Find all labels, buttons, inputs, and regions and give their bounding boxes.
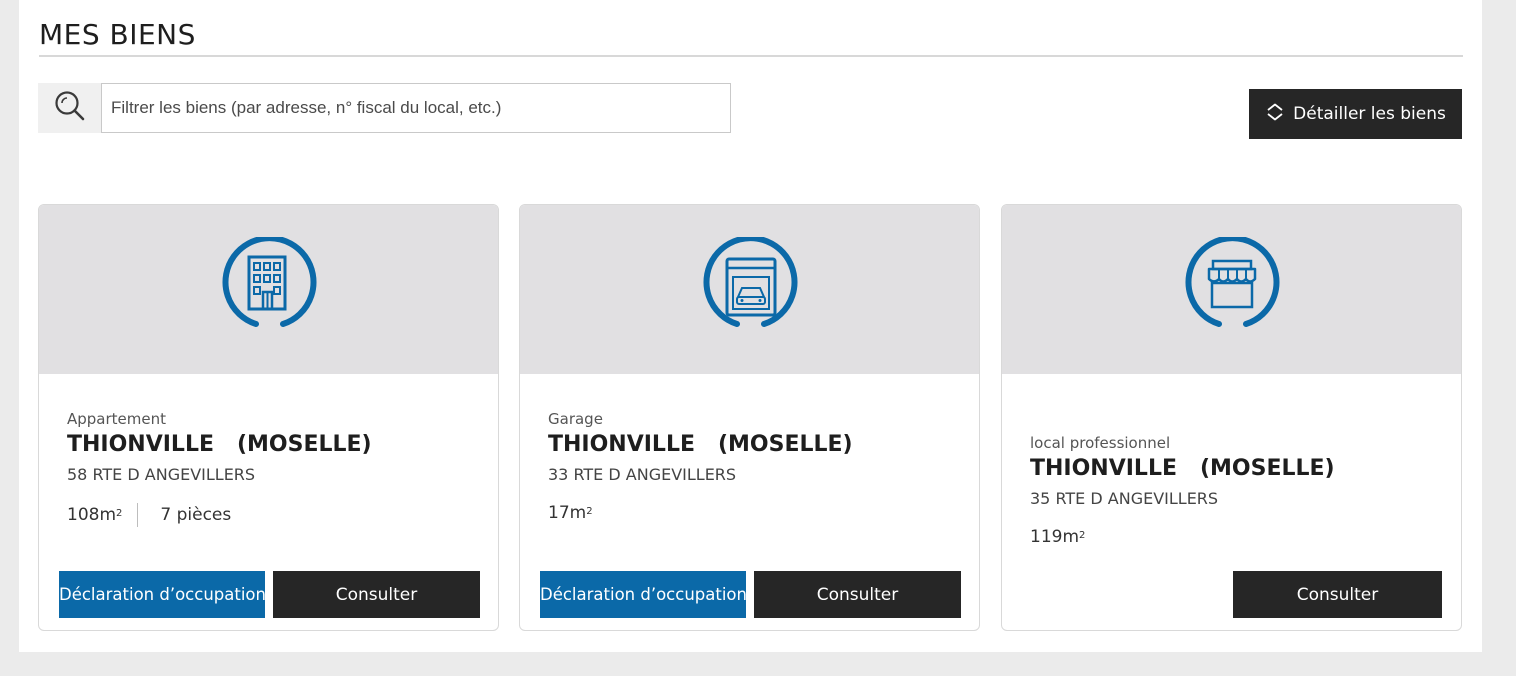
- surface-exponent: 2: [586, 505, 593, 517]
- property-address: 58 RTE D ANGEVILLERS: [67, 465, 256, 484]
- card-header: [520, 205, 979, 374]
- search-input[interactable]: [101, 83, 731, 133]
- property-card: Garage THIONVILLE (MOSELLE) 33 RTE D ANG…: [519, 204, 980, 631]
- search-icon: [54, 90, 86, 127]
- detail-properties-label: Détailler les biens: [1293, 104, 1446, 124]
- property-address: 35 RTE D ANGEVILLERS: [1030, 489, 1219, 508]
- property-surface: 108m: [67, 505, 117, 525]
- property-type: Appartement: [67, 410, 167, 428]
- property-address: 33 RTE D ANGEVILLERS: [548, 465, 737, 484]
- declaration-occupation-button[interactable]: Déclaration d’occupation: [59, 571, 266, 618]
- property-meta: 119m 2: [1030, 527, 1085, 547]
- property-city: THIONVILLE (MOSELLE): [67, 432, 372, 457]
- layers-icon: [1265, 102, 1285, 127]
- properties-panel: MES BIENS Détailler les biens: [19, 0, 1482, 652]
- consult-button[interactable]: Consulter: [273, 571, 480, 618]
- title-divider: [39, 55, 1463, 57]
- property-city: THIONVILLE (MOSELLE): [1030, 456, 1335, 481]
- shop-storefront-icon: [1182, 235, 1282, 342]
- consult-button[interactable]: Consulter: [754, 571, 961, 618]
- apartment-building-icon: [219, 235, 319, 342]
- property-type: local professionnel: [1030, 434, 1171, 452]
- meta-divider: [137, 503, 139, 527]
- card-header: [39, 205, 498, 374]
- property-card: Appartement THIONVILLE (MOSELLE) 58 RTE …: [38, 204, 499, 631]
- property-type: Garage: [548, 410, 603, 428]
- search-button[interactable]: [38, 83, 101, 133]
- property-card: local professionnel THIONVILLE (MOSELLE)…: [1001, 204, 1462, 631]
- property-surface: 119m: [1030, 527, 1080, 547]
- detail-properties-button[interactable]: Détailler les biens: [1249, 89, 1462, 139]
- surface-exponent: 2: [1079, 529, 1086, 541]
- consult-button[interactable]: Consulter: [1233, 571, 1442, 618]
- property-meta: 108m 2 7 pièces: [67, 503, 231, 527]
- garage-car-icon: [700, 235, 800, 342]
- property-meta: 17m 2: [548, 503, 593, 523]
- property-surface: 17m: [548, 503, 587, 523]
- card-header: [1002, 205, 1461, 374]
- property-city: THIONVILLE (MOSELLE): [548, 432, 853, 457]
- surface-exponent: 2: [116, 507, 123, 519]
- property-rooms: 7 pièces: [160, 505, 232, 525]
- declaration-occupation-button[interactable]: Déclaration d’occupation: [540, 571, 747, 618]
- page-title: MES BIENS: [39, 18, 196, 51]
